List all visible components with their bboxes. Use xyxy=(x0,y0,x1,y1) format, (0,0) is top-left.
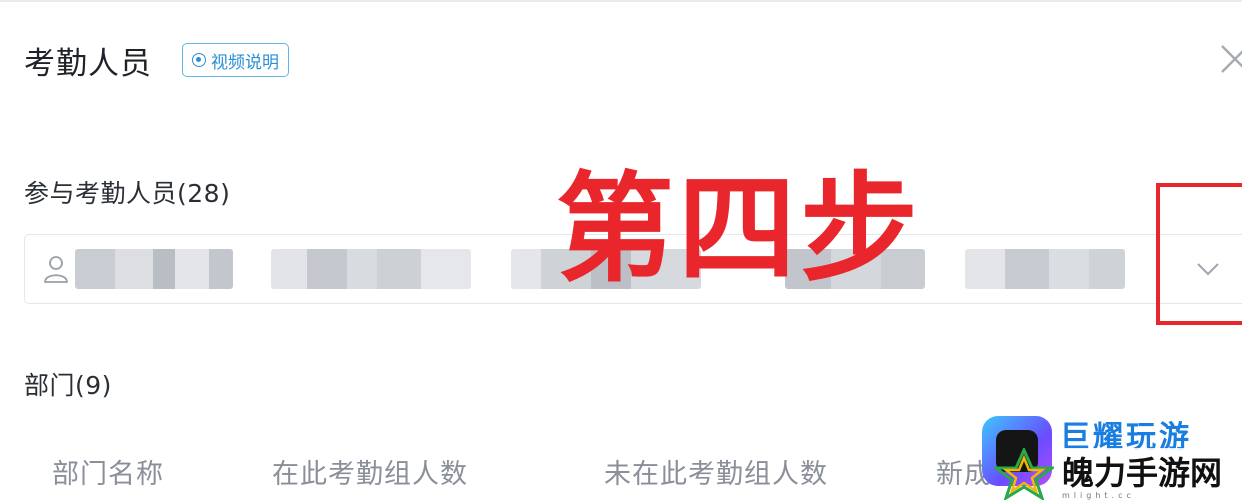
member-chip-blurred[interactable] xyxy=(271,249,471,289)
column-header-in-group-count: 在此考勤组人数 xyxy=(272,459,468,490)
play-circle-icon xyxy=(192,53,206,67)
departments-label: 部门(9) xyxy=(24,371,112,400)
member-chip-blurred[interactable] xyxy=(965,249,1125,289)
user-icon xyxy=(44,256,68,283)
highlight-box xyxy=(1156,183,1242,325)
column-header-not-in-group-count: 未在此考勤组人数 xyxy=(604,459,828,490)
video-help-label: 视频说明 xyxy=(211,52,279,73)
video-help-button[interactable]: 视频说明 xyxy=(182,43,289,77)
member-chip-blurred[interactable] xyxy=(75,249,233,289)
watermark-text: 魄力手游网 xyxy=(1058,448,1227,494)
dialog-title: 考勤人员 xyxy=(24,46,152,82)
watermark-url: mlight.cc xyxy=(1062,491,1135,500)
watermark: 巨耀玩游 魄力手游网 mlight.cc xyxy=(982,412,1242,501)
close-icon[interactable] xyxy=(1218,42,1242,76)
step-annotation: 第四步 xyxy=(556,160,923,298)
dialog-top-border xyxy=(0,0,1242,2)
column-header-dept-name: 部门名称 xyxy=(52,459,164,490)
participants-label: 参与考勤人员(28) xyxy=(24,179,231,208)
star-logo-icon xyxy=(994,448,1054,500)
